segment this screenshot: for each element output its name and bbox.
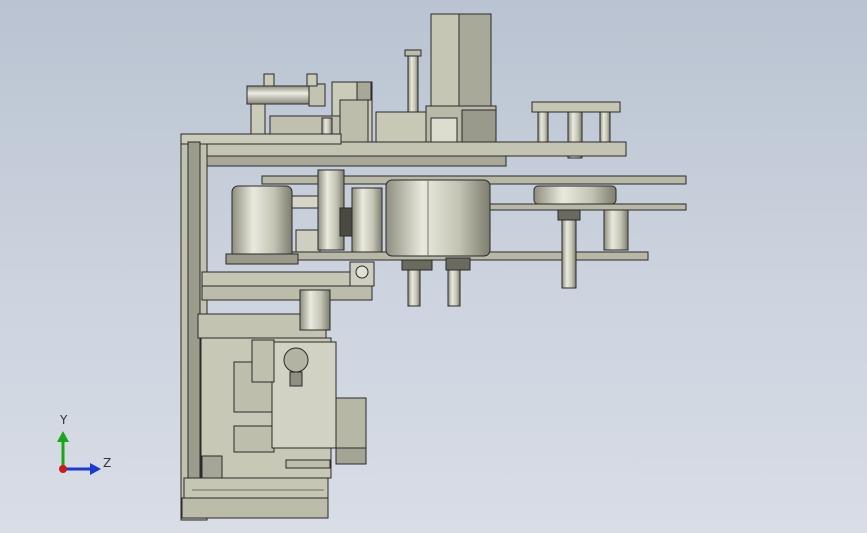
mid-plate	[201, 271, 375, 287]
graphics-viewport[interactable]: Y Z	[0, 0, 867, 533]
output-shaft-2	[447, 269, 461, 307]
coordinate-triad	[57, 431, 101, 475]
output-shaft-1	[407, 269, 421, 307]
x-axis-marker	[59, 465, 67, 473]
drum-right	[533, 185, 617, 205]
base-plate	[183, 477, 329, 499]
output-shaft-3	[561, 219, 577, 289]
triad-z-label: Z	[103, 456, 112, 470]
drum-center	[385, 179, 491, 257]
triad-y-label: Y	[60, 413, 68, 427]
drum-left	[225, 185, 299, 265]
machine-assembly-model[interactable]	[0, 0, 867, 533]
